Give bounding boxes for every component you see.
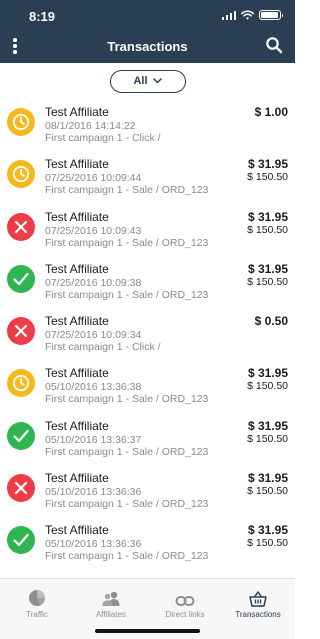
- transaction-date: 05/10/2016 13:36:36: [45, 486, 142, 499]
- users-icon: [102, 591, 120, 606]
- commission-amount: $ 31.95: [247, 366, 288, 381]
- filter-label: All: [133, 75, 148, 87]
- home-indicator: [95, 629, 200, 633]
- transaction-date: 05/10/2016 13:36:36: [45, 538, 142, 551]
- transaction-row[interactable]: Test Affiliate 05/10/2016 13:36:38 First c…: [0, 360, 295, 412]
- commission-amount: $ 31.95: [247, 523, 288, 538]
- pie-chart-icon: [29, 590, 45, 606]
- tab-label: Affiliates: [95, 610, 127, 619]
- chevron-down-icon: [152, 78, 162, 84]
- link-icon: [175, 596, 195, 606]
- tab-affiliates[interactable]: Affiliates: [74, 579, 148, 619]
- campaign-name: First campaign 1 - Sale / ORD_123: [45, 445, 209, 458]
- transaction-date: 05/10/2016 13:36:37: [45, 433, 142, 446]
- tab-label: Direct links: [165, 610, 205, 619]
- status-clock-icon: [7, 369, 35, 398]
- campaign-name: First campaign 1 - Sale / ORD_123: [45, 184, 209, 197]
- status-clock-icon: [7, 160, 35, 189]
- commission-amount: $ 1.00: [254, 105, 288, 119]
- status-time: 8:19: [29, 9, 56, 24]
- tab-direct-links[interactable]: Direct links: [148, 579, 222, 619]
- status-check-icon: [7, 421, 35, 450]
- status-clock-icon: [7, 108, 35, 136]
- commission-amount: $ 31.95: [247, 209, 288, 224]
- transaction-row[interactable]: Test Affiliate 05/10/2016 13:36:36 First c…: [0, 465, 295, 517]
- status-close-icon: [7, 317, 35, 346]
- total-cost: $ 150.50: [247, 275, 288, 288]
- search-icon[interactable]: [265, 36, 283, 54]
- page-title: Transactions: [107, 39, 188, 54]
- affiliate-name: Test Affiliate: [45, 209, 109, 224]
- filter-bar: All: [0, 63, 295, 99]
- tab-label: Transactions: [235, 610, 281, 619]
- affiliate-name: Test Affiliate: [45, 261, 109, 276]
- status-close-icon: [7, 474, 35, 503]
- affiliate-name: Test Affiliate: [45, 418, 109, 433]
- status-icons: [221, 10, 283, 20]
- status-check-icon: [7, 526, 35, 555]
- total-cost: $ 150.50: [247, 380, 288, 393]
- transaction-date: 07/25/2016 10:09:44: [45, 172, 142, 185]
- affiliate-name: Test Affiliate: [45, 105, 109, 119]
- transaction-row[interactable]: Test Affiliate 05/10/2016 13:36:37 First c…: [0, 413, 295, 465]
- transaction-date: 08/1/2016 14:14:22: [45, 120, 136, 132]
- tab-transactions[interactable]: Transactions: [221, 579, 295, 619]
- affiliate-name: Test Affiliate: [45, 157, 109, 172]
- transaction-row[interactable]: Test Affiliate 07/25/2016 10:09:38 First c…: [0, 256, 295, 308]
- campaign-name: First campaign 1 - Click /: [45, 132, 161, 144]
- transaction-row[interactable]: Test Affiliate 05/10/2016 13:36:36 First c…: [0, 517, 295, 569]
- transaction-date: 07/25/2016 10:09:34: [45, 329, 142, 342]
- transaction-row[interactable]: Test Affiliate 07/25/2016 10:09:44 First c…: [0, 151, 295, 203]
- total-cost: $ 150.50: [247, 171, 288, 184]
- status-check-icon: [7, 264, 35, 293]
- total-cost: $ 150.50: [247, 537, 288, 550]
- campaign-name: First campaign 1 - Sale / ORD_123: [45, 550, 209, 563]
- transaction-row[interactable]: Test Affiliate 07/25/2016 10:09:43 First c…: [0, 204, 295, 256]
- transaction-list: Test Affiliate 08/1/2016 14:14:22 First ca…: [0, 99, 295, 579]
- commission-amount: $ 31.95: [247, 418, 288, 433]
- campaign-name: First campaign 1 - Sale / ORD_123: [45, 393, 209, 406]
- transaction-date: 07/25/2016 10:09:43: [45, 224, 142, 237]
- affiliate-name: Test Affiliate: [45, 471, 109, 486]
- transaction-row[interactable]: Test Affiliate 07/25/2016 10:09:34 First c…: [0, 308, 295, 360]
- transaction-date: 05/10/2016 13:36:38: [45, 381, 142, 394]
- total-cost: $ 150.50: [247, 432, 288, 445]
- wifi-icon: [241, 10, 254, 20]
- campaign-name: First campaign 1 - Sale / ORD_123: [45, 498, 209, 511]
- commission-amount: $ 0.50: [254, 314, 288, 329]
- commission-amount: $ 31.95: [247, 261, 288, 276]
- campaign-name: First campaign 1 - Sale / ORD_123: [45, 236, 209, 249]
- tab-traffic[interactable]: Traffic: [0, 579, 74, 619]
- affiliate-name: Test Affiliate: [45, 523, 109, 538]
- battery-fill: [261, 12, 279, 18]
- total-cost: $ 150.50: [247, 485, 288, 498]
- filter-dropdown[interactable]: All: [109, 69, 186, 93]
- status-close-icon: [7, 212, 35, 241]
- total-cost: $ 150.50: [247, 223, 288, 236]
- battery-icon: [259, 10, 283, 20]
- transaction-row[interactable]: Test Affiliate 08/1/2016 14:14:22 First ca…: [0, 99, 295, 151]
- commission-amount: $ 31.95: [247, 471, 288, 486]
- commission-amount: $ 31.95: [247, 157, 288, 172]
- campaign-name: First campaign 1 - Sale / ORD_123: [45, 288, 209, 301]
- signal-icon: [221, 10, 236, 20]
- tab-label: Traffic: [26, 610, 48, 619]
- app-header: 8:19 Transactions: [0, 0, 295, 63]
- affiliate-name: Test Affiliate: [45, 366, 109, 381]
- affiliate-name: Test Affiliate: [45, 314, 109, 329]
- basket-icon: [249, 591, 267, 607]
- campaign-name: First campaign 1 - Click /: [45, 341, 161, 354]
- transaction-date: 07/25/2016 10:09:38: [45, 276, 142, 289]
